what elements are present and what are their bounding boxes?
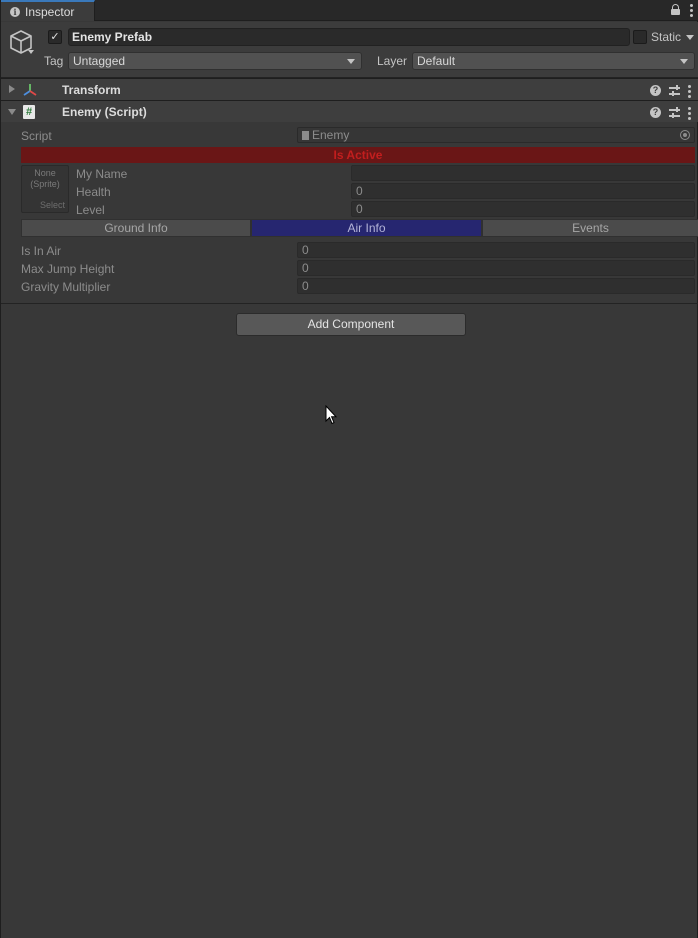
object-picker-icon[interactable] <box>680 130 690 140</box>
my-name-label: My Name <box>76 167 128 181</box>
max-jump-height-label: Max Jump Height <box>21 262 115 276</box>
static-checkbox[interactable] <box>633 30 647 44</box>
script-component-header[interactable]: # Enemy (Script) ? <box>1 100 698 122</box>
script-label: Script <box>21 129 52 143</box>
sprite-type-label: (Sprite) <box>30 179 60 189</box>
info-tabs: Ground Info Air Info Events <box>21 219 698 237</box>
script-object-field[interactable]: Enemy <box>297 127 695 143</box>
sprite-object-field[interactable]: None (Sprite) Select <box>21 165 69 213</box>
script-value: Enemy <box>312 128 350 142</box>
foldout-arrow-icon[interactable] <box>9 85 15 93</box>
layer-value: Default <box>417 54 456 68</box>
level-field[interactable]: 0 <box>351 201 695 217</box>
static-label: Static <box>651 30 682 44</box>
tag-dropdown[interactable]: Untagged <box>68 52 362 70</box>
max-jump-height-field[interactable]: 0 <box>297 260 695 276</box>
script-tools: ? <box>650 105 691 120</box>
static-chevron-down-icon <box>686 35 695 41</box>
tab-ground-info[interactable]: Ground Info <box>21 219 251 237</box>
layer-label: Layer <box>377 54 408 68</box>
gameobject-header: ✓ Enemy Prefab Static Tag Untagged Layer… <box>1 22 698 78</box>
divider <box>1 303 698 304</box>
add-component-button[interactable]: Add Component <box>236 313 466 336</box>
tag-value: Untagged <box>73 54 126 68</box>
tag-label: Tag <box>44 54 64 68</box>
gravity-multiplier-label: Gravity Multiplier <box>21 280 111 294</box>
presets-icon[interactable] <box>669 107 680 118</box>
foldout-arrow-icon[interactable] <box>8 109 16 115</box>
sprite-select-button[interactable]: Select <box>40 200 65 211</box>
my-name-field[interactable] <box>351 165 695 181</box>
health-field[interactable]: 0 <box>351 183 695 199</box>
level-label: Level <box>76 203 105 217</box>
object-name-field[interactable]: Enemy Prefab <box>68 28 630 46</box>
help-icon[interactable]: ? <box>650 107 661 118</box>
chevron-down-icon <box>347 59 355 64</box>
transform-axes-icon <box>23 84 37 96</box>
component-enabled-checkbox[interactable]: # <box>23 105 37 119</box>
is-in-air-label: Is In Air <box>21 244 62 258</box>
lock-icon[interactable] <box>671 4 680 16</box>
script-file-icon <box>302 131 309 140</box>
info-icon: i <box>10 6 20 17</box>
more-options-icon[interactable] <box>688 105 691 120</box>
tab-tools <box>671 2 693 17</box>
active-toggle[interactable]: ✓ <box>48 30 62 44</box>
presets-icon[interactable] <box>669 85 680 96</box>
icon-dropdown-arrow-icon[interactable] <box>28 50 34 54</box>
more-options-icon[interactable] <box>688 83 691 98</box>
tab-events[interactable]: Events <box>482 219 698 237</box>
chevron-down-icon <box>680 59 688 64</box>
sprite-none-label: None <box>34 168 56 178</box>
is-active-toggle-bar[interactable]: Is Active <box>21 147 695 163</box>
tab-air-info[interactable]: Air Info <box>251 219 482 237</box>
more-options-icon[interactable] <box>690 2 693 17</box>
script-component-title: Enemy (Script) <box>62 105 147 119</box>
static-dropdown[interactable]: Static <box>651 30 695 44</box>
transform-component-header[interactable]: Transform ? <box>1 78 698 100</box>
tab-inspector[interactable]: i Inspector <box>1 0 95 21</box>
transform-title: Transform <box>62 83 121 97</box>
tab-label: Inspector <box>25 4 75 19</box>
transform-tools: ? <box>650 83 691 98</box>
help-icon[interactable]: ? <box>650 85 661 96</box>
health-label: Health <box>76 185 111 199</box>
mouse-cursor-icon <box>325 405 337 425</box>
is-in-air-field[interactable]: 0 <box>297 242 695 258</box>
gravity-multiplier-field[interactable]: 0 <box>297 278 695 294</box>
csharp-script-icon: # <box>23 105 35 119</box>
inspector-window: i Inspector ✓ Enemy Prefab Static Tag Un… <box>0 0 698 938</box>
tab-bar: i Inspector <box>1 0 698 21</box>
layer-dropdown[interactable]: Default <box>412 52 695 70</box>
